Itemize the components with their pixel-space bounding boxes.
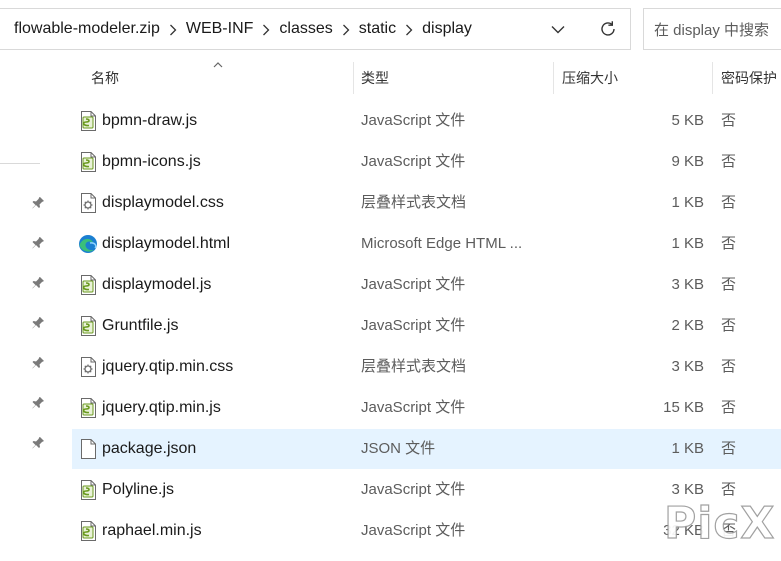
pin-icon[interactable] [31, 436, 45, 450]
search-placeholder: 在 display 中搜索 [654, 21, 770, 39]
breadcrumb-item[interactable]: WEB-INF [186, 20, 254, 38]
js-file-icon [78, 152, 98, 172]
js-file-icon [78, 521, 98, 541]
column-header-name[interactable]: 名称 [91, 60, 119, 96]
sort-ascending-icon [213, 62, 223, 68]
column-separator[interactable] [353, 62, 354, 94]
file-compressed-size: 1 KB [671, 194, 704, 211]
column-header-type[interactable]: 类型 [361, 60, 389, 96]
file-name: Polyline.js [102, 481, 175, 498]
file-password-protected: 否 [721, 153, 737, 170]
column-header-protected-label: 密码保护 [721, 70, 777, 86]
file-row[interactable]: bpmn-icons.js JavaScript 文件 9 KB 否 [72, 142, 781, 182]
js-file-icon [78, 480, 98, 500]
file-type: JavaScript 文件 [361, 481, 466, 498]
file-row[interactable]: package.json JSON 文件 1 KB 否 [72, 429, 781, 469]
css-file-icon [78, 357, 98, 377]
file-type: JavaScript 文件 [361, 399, 466, 416]
chevron-right-icon[interactable] [333, 21, 359, 38]
column-header-size-label: 压缩大小 [562, 70, 618, 86]
file-name: displaymodel.html [102, 235, 231, 252]
file-name: bpmn-icons.js [102, 153, 201, 170]
file-row[interactable]: displaymodel.html Microsoft Edge HTML ...… [72, 224, 781, 264]
file-row[interactable]: displaymodel.css 层叠样式表文档 1 KB 否 [72, 183, 781, 223]
chevron-right-icon[interactable] [160, 21, 186, 38]
watermark-logo: PicX [663, 497, 776, 549]
file-row[interactable]: jquery.qtip.min.js JavaScript 文件 15 KB 否 [72, 388, 781, 428]
search-input[interactable]: 在 display 中搜索 [643, 8, 781, 50]
chevron-right-icon[interactable] [253, 21, 279, 38]
column-header-name-label: 名称 [91, 70, 119, 86]
column-header-password-protected[interactable]: 密码保护 [721, 60, 777, 96]
file-name: raphael.min.js [102, 522, 202, 539]
pin-icon[interactable] [31, 396, 45, 410]
file-name: displaymodel.css [102, 194, 224, 211]
file-compressed-size: 15 KB [663, 399, 704, 416]
column-separator[interactable] [712, 62, 713, 94]
json-file-icon [78, 439, 98, 459]
file-password-protected: 否 [721, 358, 737, 375]
file-row[interactable]: Gruntfile.js JavaScript 文件 2 KB 否 [72, 306, 781, 346]
refresh-icon[interactable] [586, 9, 630, 49]
pin-icon[interactable] [31, 276, 45, 290]
js-file-icon [78, 275, 98, 295]
nav-divider [0, 163, 40, 164]
file-password-protected: 否 [721, 235, 737, 252]
file-name: package.json [102, 440, 197, 457]
file-password-protected: 否 [721, 112, 737, 129]
file-type: JavaScript 文件 [361, 276, 466, 293]
file-password-protected: 否 [721, 399, 737, 416]
column-header-type-label: 类型 [361, 70, 389, 86]
file-compressed-size: 1 KB [671, 235, 704, 252]
breadcrumb-item[interactable]: display [422, 20, 472, 38]
breadcrumb: flowable-modeler.zip WEB-INF classes sta… [0, 9, 472, 49]
pin-icon[interactable] [31, 316, 45, 330]
file-name: Gruntfile.js [102, 317, 179, 334]
file-type: JavaScript 文件 [361, 317, 466, 334]
file-type: JSON 文件 [361, 440, 436, 457]
file-compressed-size: 2 KB [671, 317, 704, 334]
file-password-protected: 否 [721, 440, 737, 457]
file-password-protected: 否 [721, 317, 737, 334]
file-type: Microsoft Edge HTML ... [361, 235, 523, 252]
breadcrumb-item[interactable]: classes [279, 20, 332, 38]
file-compressed-size: 5 KB [671, 112, 704, 129]
file-type: JavaScript 文件 [361, 153, 466, 170]
file-type: 层叠样式表文档 [361, 194, 467, 211]
file-password-protected: 否 [721, 194, 737, 211]
js-file-icon [78, 111, 98, 131]
file-type: JavaScript 文件 [361, 112, 466, 129]
breadcrumb-item[interactable]: flowable-modeler.zip [14, 20, 160, 38]
file-type: 层叠样式表文档 [361, 358, 467, 375]
css-file-icon [78, 193, 98, 213]
file-row[interactable]: jquery.qtip.min.css 层叠样式表文档 3 KB 否 [72, 347, 781, 387]
chevron-down-icon[interactable] [544, 15, 572, 43]
file-name: jquery.qtip.min.js [102, 399, 221, 416]
column-separator[interactable] [553, 62, 554, 94]
file-name: bpmn-draw.js [102, 112, 198, 129]
file-compressed-size: 9 KB [671, 153, 704, 170]
file-name: displaymodel.js [102, 276, 212, 293]
breadcrumb-item[interactable]: static [359, 20, 396, 38]
address-bar[interactable]: flowable-modeler.zip WEB-INF classes sta… [0, 8, 631, 50]
js-file-icon [78, 316, 98, 336]
js-file-icon [78, 398, 98, 418]
file-compressed-size: 1 KB [671, 440, 704, 457]
edge-html-file-icon [78, 234, 98, 254]
file-compressed-size: 3 KB [671, 358, 704, 375]
chevron-right-icon[interactable] [396, 21, 422, 38]
file-row[interactable]: bpmn-draw.js JavaScript 文件 5 KB 否 [72, 101, 781, 141]
file-type: JavaScript 文件 [361, 522, 466, 539]
pin-icon[interactable] [31, 356, 45, 370]
column-header-compressed-size[interactable]: 压缩大小 [562, 60, 618, 96]
file-name: jquery.qtip.min.css [102, 358, 234, 375]
file-compressed-size: 3 KB [671, 276, 704, 293]
pin-icon[interactable] [31, 196, 45, 210]
file-password-protected: 否 [721, 276, 737, 293]
pin-icon[interactable] [31, 236, 45, 250]
file-row[interactable]: displaymodel.js JavaScript 文件 3 KB 否 [72, 265, 781, 305]
